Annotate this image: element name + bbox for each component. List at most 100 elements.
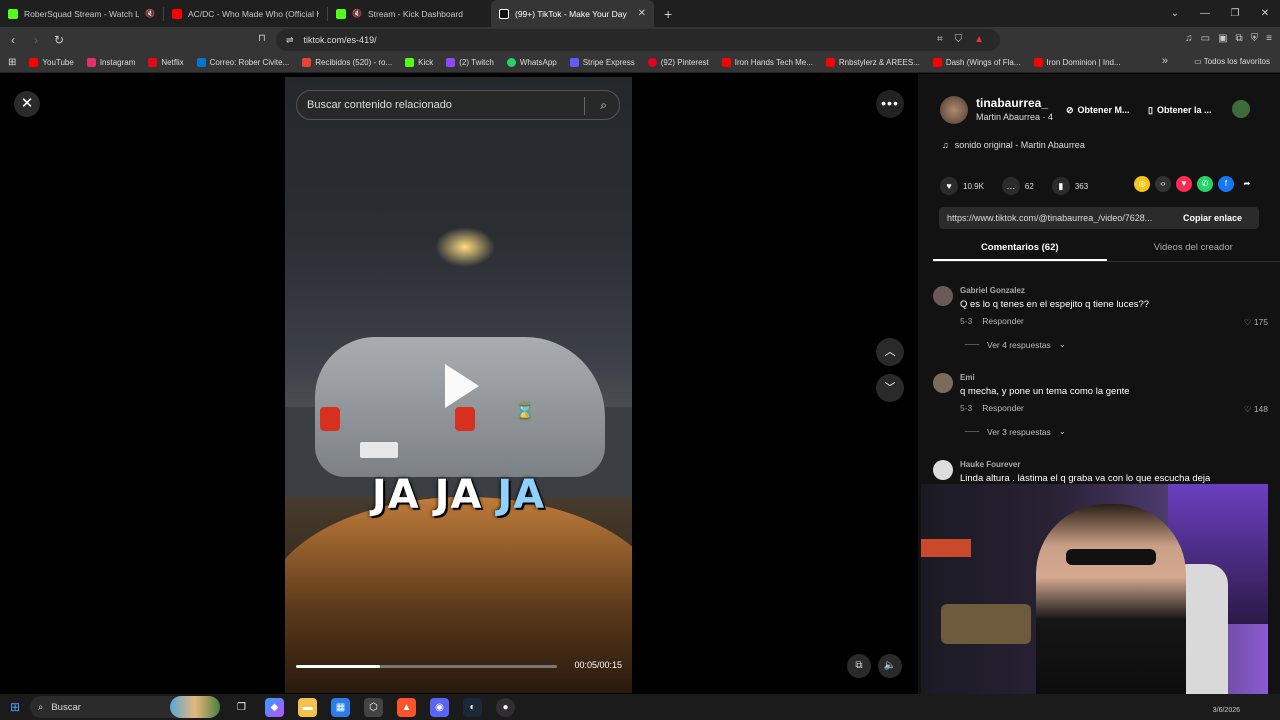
author-avatar[interactable] [940,96,968,124]
browser-tab-1[interactable]: RoberSquad Stream - Watch Live 🔇 [0,0,163,27]
more-bookmarks-icon[interactable]: » [1162,55,1168,67]
author-info[interactable]: tinabaurrea_ Martin Abaurrea · 4 [940,96,1053,124]
next-video-button[interactable]: ﹀ [876,374,904,402]
obtain-button-2[interactable]: ▯ Obtener la ... [1148,102,1211,118]
browser-tab-2[interactable]: AC/DC - Who Made Who (Official HD [164,0,327,27]
bookmark-instagram[interactable]: Instagram [86,58,135,67]
bookmark-youtube[interactable]: YouTube [29,58,74,67]
floating-player-button[interactable]: ⧉ [847,654,871,678]
sound-link[interactable]: ♫ sonido original - Martin Abaurrea [942,140,1085,150]
chevron-down-icon: ﹀ [884,382,896,394]
all-bookmarks[interactable]: ▭ Todos los favoritos [1194,57,1270,66]
close-tab-icon[interactable]: ✕ [638,8,646,19]
bookmark-icon[interactable]: ⊓ [258,33,266,44]
like-button[interactable]: ♥ 10.9K [940,177,984,195]
obs-icon[interactable]: ● [496,697,515,717]
taskbar-search[interactable]: ⌕ Buscar [30,696,220,718]
video-player[interactable]: Buscar contenido relacionado ⌕ ⌛ JA JA J… [285,77,632,693]
tab-comments[interactable]: Comentarios (62) [933,238,1107,261]
play-icon[interactable] [445,364,479,408]
commenter-name[interactable]: Hauke Fourever [960,460,1020,469]
brave-icon[interactable]: ▲ [397,697,416,717]
comment-button[interactable]: … 62 [1001,177,1034,195]
reload-icon[interactable]: ↻ [49,33,69,47]
commenter-avatar[interactable] [933,286,953,306]
bookmark-whatsapp[interactable]: WhatsApp [506,58,557,67]
facebook-share-icon[interactable]: f [1218,176,1234,192]
tab-search-icon[interactable]: ⌄ [1160,8,1190,19]
commenter-name[interactable]: Emi [960,373,975,382]
share-arrow-icon[interactable]: ➦ [1239,176,1255,192]
comment-likes[interactable]: ♡ 148 [1244,404,1268,415]
bookmark-irondominion[interactable]: Iron Dominion | Ind... [1033,58,1121,67]
forward-icon[interactable]: › [26,33,46,47]
restore-icon[interactable]: ❐ [1220,8,1250,19]
bookmark-outlook[interactable]: Correo: Rober Civite... [196,58,289,67]
menu-icon[interactable]: ≡ [1266,33,1272,44]
save-count: 363 [1074,181,1089,191]
copilot-icon[interactable]: ◆ [265,697,284,717]
share-link-text[interactable]: https://www.tiktok.com/@tinabaurrea_/vid… [947,213,1175,223]
minimize-icon[interactable]: — [1190,8,1220,19]
tab-creator-videos[interactable]: Videos del creador [1107,238,1280,261]
app-icon[interactable]: ⬡ [364,697,383,717]
author-username[interactable]: tinabaurrea_ [976,96,1053,110]
search-icon[interactable]: ⌕ [600,98,607,113]
bookmark-gmail[interactable]: Recibidos (520) - ro... [302,58,392,67]
new-tab-button[interactable]: + [664,6,672,22]
browser-tab-active[interactable]: (99+) TikTok - Make Your Day ✕ [491,0,654,27]
bookmark-pinterest[interactable]: (92) Pinterest [647,58,709,67]
media-icon[interactable]: ♫ [1185,33,1193,44]
task-view-icon[interactable]: ❐ [232,698,251,717]
whatsapp-share-icon[interactable]: ✆ [1197,176,1213,192]
site-info-icon[interactable]: ⇌ [286,35,294,46]
discord-icon[interactable]: ◉ [430,697,449,717]
volume-button[interactable]: 🔈 [878,654,902,678]
obtain-button-1[interactable]: ⊘ Obtener M... [1066,102,1130,118]
commenter-avatar[interactable] [933,460,953,480]
steam-icon[interactable]: ◐ [463,697,482,717]
bookmark-twitch[interactable]: (2) Twitch [446,58,494,67]
wallet-icon[interactable]: ▣ [1218,33,1227,44]
bookmark-rnbstylerz[interactable]: Rnbstylerz & AREES... [825,58,920,67]
chevron-down-icon: ⌄ [1058,339,1066,349]
translate-icon[interactable]: ⌗ [937,34,943,45]
store-icon[interactable]: ▦ [331,697,350,717]
mute-icon[interactable]: 🔇 [352,9,362,18]
bookmark-netflix[interactable]: Netflix [148,58,184,67]
close-video-button[interactable]: ✕ [14,91,40,117]
browser-tab-3[interactable]: 🔇 Stream - Kick Dashboard [328,0,491,27]
windows-start-icon[interactable]: ⊞ [0,700,30,714]
video-progress-bar[interactable] [296,665,557,668]
more-options-button[interactable]: ••• [876,90,904,118]
view-replies-button[interactable]: Ver 4 respuestas ⌄ [965,339,1066,350]
close-window-icon[interactable]: ✕ [1250,8,1280,19]
bookmark-stripe[interactable]: Stripe Express [569,58,635,67]
commenter-name[interactable]: Gabriel Gonzalez [960,286,1025,295]
brave-rewards-icon[interactable]: ▲ [974,34,984,45]
commenter-avatar[interactable] [933,373,953,393]
coin-icon[interactable]: ◎ [1134,176,1150,192]
view-replies-button[interactable]: Ver 3 respuestas ⌄ [965,426,1066,437]
save-button[interactable]: ▮ 363 [1051,177,1089,195]
sidebar-icon[interactable]: ▭ [1201,33,1210,44]
previous-video-button[interactable]: ︿ [876,338,904,366]
send-icon[interactable]: ▼ [1176,176,1192,192]
bookmark-kick[interactable]: Kick [405,58,433,67]
mute-icon[interactable]: 🔇 [145,9,155,18]
url-input[interactable]: ⇌ tiktok.com/es-419/ ⌗ ⛉ ▲ [276,29,1000,51]
comment-likes[interactable]: ♡ 175 [1244,317,1268,328]
reply-button[interactable]: Responder [982,316,1024,326]
reply-button[interactable]: Responder [982,403,1024,413]
copy-link-button[interactable]: Copiar enlace [1183,213,1242,223]
bookmark-ironhands[interactable]: Iron Hands Tech Me... [721,58,813,67]
extensions-icon[interactable]: ⧉ [1236,33,1243,44]
vpn-icon[interactable]: ⛨ [1251,33,1259,44]
related-search-input[interactable]: Buscar contenido relacionado ⌕ [296,90,620,120]
brave-shield-icon[interactable]: ⛉ [955,34,963,45]
file-explorer-icon[interactable]: ▬ [298,697,317,717]
embed-icon[interactable]: ‹› [1155,176,1171,192]
back-icon[interactable]: ‹ [3,33,23,47]
apps-grid-icon[interactable]: ⊞ [8,57,16,68]
bookmark-dash[interactable]: Dash (Wings of Fla... [932,58,1021,67]
